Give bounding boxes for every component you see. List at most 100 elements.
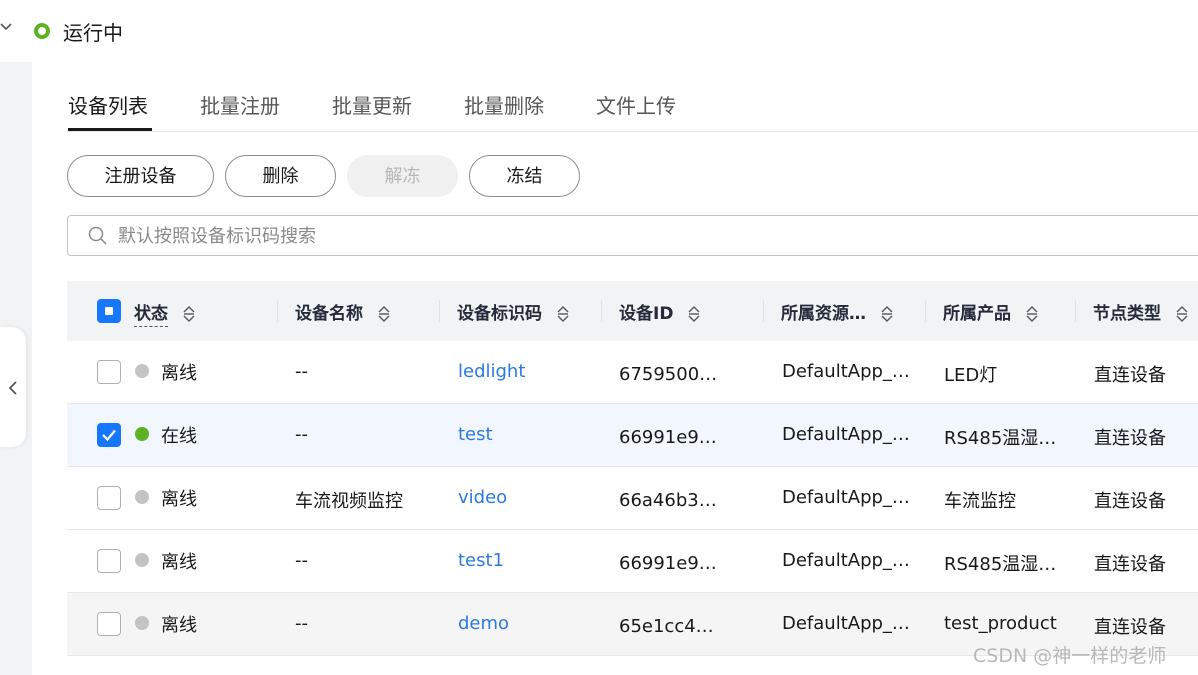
status-cell: 在线 [161,426,197,447]
table-row[interactable]: 离线 车流视频监控 video 66a46b3… DefaultApp_… 车流… [67,467,1198,530]
unfreeze-button[interactable]: 解冻 [347,155,458,197]
product-cell: test_product [944,613,1057,634]
product-cell: RS485温湿… [944,554,1057,575]
tab-bar: 设备列表 批量注册 批量更新 批量删除 文件上传 [68,90,1198,132]
tab-file-upload[interactable]: 文件上传 [596,90,676,119]
column-header-label: 设备ID [619,304,674,324]
column-divider [763,300,764,322]
offline-status-dot [135,490,149,504]
node-type-cell: 直连设备 [1094,554,1166,575]
status-cell: 离线 [161,552,197,573]
device-id-cell: 66a46b3… [619,490,717,511]
device-name-cell: -- [295,424,308,445]
device-id-cell: 66991e9… [619,553,717,574]
search-icon [88,226,107,245]
tab-batch-update[interactable]: 批量更新 [332,90,412,119]
offline-status-dot [135,616,149,630]
status-cell: 离线 [161,489,197,510]
column-header-device-name[interactable]: 设备名称 [295,299,391,324]
column-header-product[interactable]: 所属产品 [943,299,1039,324]
sort-icon[interactable] [880,305,894,323]
device-id-cell: 66991e9… [619,427,717,448]
sort-icon[interactable] [556,305,570,323]
column-header-node-type[interactable]: 节点类型 [1093,299,1189,324]
identifier-link[interactable]: video [458,487,507,508]
product-cell: 车流监控 [944,491,1016,512]
identifier-link[interactable]: test1 [458,550,504,571]
table-row[interactable]: 离线 -- test1 66991e9… DefaultApp_… RS485温… [67,530,1198,593]
node-type-cell: 直连设备 [1094,428,1166,449]
online-status-dot [135,427,149,441]
column-header-label: 设备标识码 [457,304,542,324]
column-header-label: 状态 [134,304,168,327]
column-header-identifier[interactable]: 设备标识码 [457,299,570,324]
column-header-resource[interactable]: 所属资源… [781,299,894,324]
column-divider [277,300,278,322]
offline-status-dot [135,553,149,567]
watermark: CSDN @神一样的老师 [973,645,1167,667]
resource-cell: DefaultApp_… [782,424,910,445]
device-name-cell: 车流视频监控 [295,491,403,512]
status-cell: 离线 [161,615,197,636]
device-id-cell: 65e1cc4… [619,616,714,637]
identifier-link[interactable]: ledlight [458,361,525,382]
device-id-cell: 6759500… [619,364,718,385]
top-bar: 运行中 [0,0,1198,62]
column-divider [925,300,926,322]
device-name-cell: -- [295,613,308,634]
column-header-label: 所属资源… [781,304,866,324]
sort-icon[interactable] [1175,305,1189,323]
device-name-cell: -- [295,550,308,571]
active-tab-indicator [68,128,152,131]
column-header-label: 所属产品 [943,304,1011,324]
node-type-cell: 直连设备 [1094,617,1166,638]
row-checkbox[interactable] [97,549,121,573]
table-header: 状态 设备名称 设备标识码 设备ID 所属资源… 所属产品 节点类型 [67,281,1198,341]
table-row[interactable]: 离线 -- ledlight 6759500… DefaultApp_… LED… [67,341,1198,404]
offline-status-dot [135,364,149,378]
search-input[interactable] [118,222,1018,250]
search-box [67,215,1198,256]
product-cell: RS485温湿… [944,428,1057,449]
resource-cell: DefaultApp_… [782,361,910,382]
identifier-link[interactable]: test [458,424,493,445]
identifier-link[interactable]: demo [458,613,509,634]
register-device-button[interactable]: 注册设备 [67,155,214,197]
delete-button[interactable]: 删除 [225,155,336,197]
column-header-label: 设备名称 [295,304,363,324]
tab-device-list[interactable]: 设备列表 [68,90,148,119]
freeze-button[interactable]: 冻结 [469,155,580,197]
row-checkbox[interactable] [97,486,121,510]
sort-icon[interactable] [377,305,391,323]
column-header-label: 节点类型 [1093,304,1161,324]
collapse-sidebar-button[interactable] [0,327,26,447]
device-panel: 设备列表 批量注册 批量更新 批量删除 文件上传 注册设备 删除 解冻 冻结 状… [32,62,1198,675]
column-header-device-id[interactable]: 设备ID [619,299,701,324]
sort-icon[interactable] [1025,305,1039,323]
column-divider [601,300,602,322]
device-name-cell: -- [295,361,308,382]
node-type-cell: 直连设备 [1094,365,1166,386]
product-cell: LED灯 [944,365,998,386]
resource-cell: DefaultApp_… [782,550,910,571]
tab-batch-delete[interactable]: 批量删除 [464,90,544,119]
column-header-status[interactable]: 状态 [134,299,196,327]
chevron-down-icon[interactable] [0,20,14,34]
running-status-label: 运行中 [63,21,123,45]
column-divider [1075,300,1076,322]
running-status-icon [34,23,50,39]
select-all-checkbox[interactable] [97,299,121,323]
row-checkbox[interactable] [97,612,121,636]
sort-icon[interactable] [182,305,196,323]
resource-cell: DefaultApp_… [782,487,910,508]
column-divider [439,300,440,322]
node-type-cell: 直连设备 [1094,491,1166,512]
check-icon [102,429,116,442]
status-cell: 离线 [161,363,197,384]
sort-icon[interactable] [687,305,701,323]
resource-cell: DefaultApp_… [782,613,910,634]
row-checkbox[interactable] [97,423,121,447]
tab-batch-register[interactable]: 批量注册 [200,90,280,119]
row-checkbox[interactable] [97,360,121,384]
table-row[interactable]: 在线 -- test 66991e9… DefaultApp_… RS485温湿… [67,404,1198,467]
